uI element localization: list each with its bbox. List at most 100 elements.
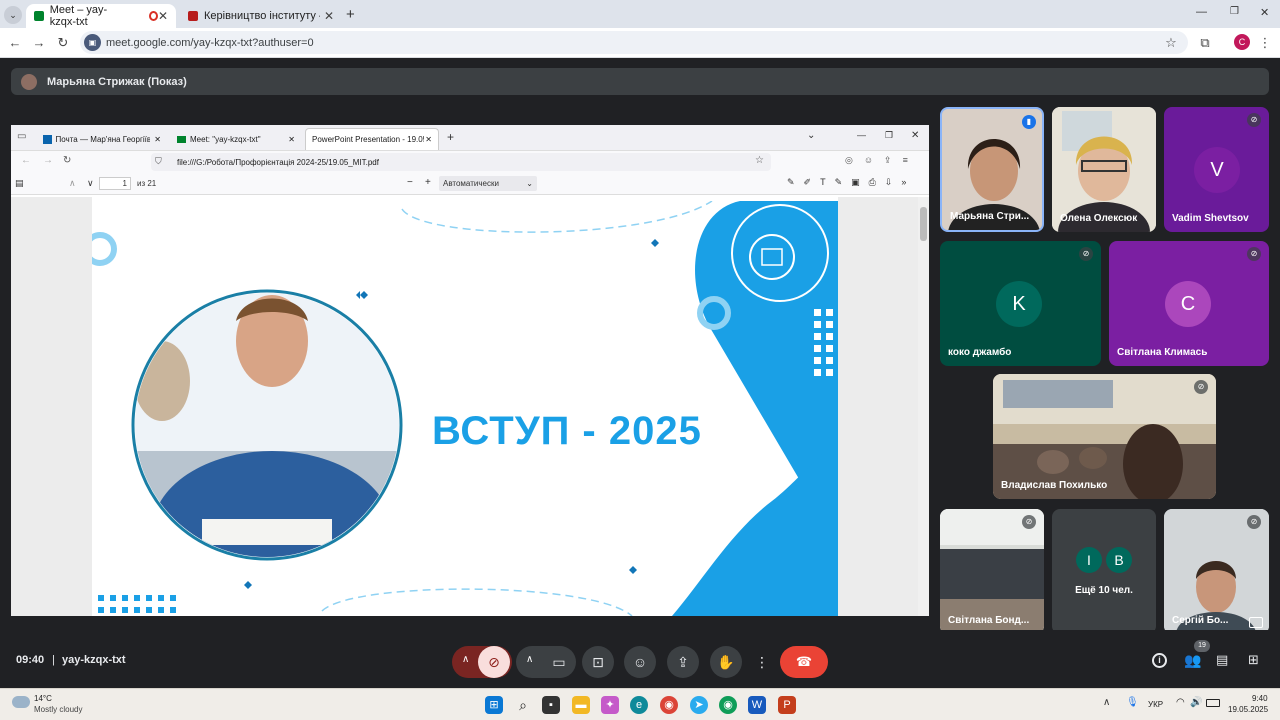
people-icon[interactable]: 👥 bbox=[1184, 652, 1201, 669]
camera-button[interactable]: ▭ bbox=[543, 646, 575, 678]
back-arrow-icon[interactable]: ← bbox=[6, 34, 24, 52]
participant-tile[interactable]: ⊘ C Світлана Климась bbox=[1109, 241, 1269, 366]
zoom-value: Автоматически bbox=[443, 179, 499, 188]
participant-tile[interactable]: ⊘ V Vadim Shevtsov bbox=[1164, 107, 1269, 232]
ff-toolbar-icons[interactable]: ◎☺⇪≡ bbox=[845, 155, 919, 166]
screen-share-indicator-icon bbox=[1249, 617, 1263, 628]
volume-icon[interactable]: 🔊 bbox=[1190, 697, 1202, 708]
ff-restore-icon[interactable]: ❐ bbox=[885, 130, 893, 141]
ff-reload-icon[interactable]: ↻ bbox=[63, 155, 71, 166]
search-icon[interactable]: ⌕ bbox=[514, 696, 532, 714]
clock-time[interactable]: 9:40 bbox=[1252, 694, 1268, 703]
present-screen-button[interactable]: ⇪ bbox=[667, 646, 699, 678]
blue-corner-shape bbox=[672, 441, 838, 616]
chrome-icon[interactable]: ◉ bbox=[660, 696, 678, 714]
prev-page-icon[interactable]: ∧ bbox=[69, 178, 76, 189]
participant-tile[interactable]: ▮ Марьяна Стри... bbox=[940, 107, 1044, 232]
close-tab-icon[interactable]: ✕ bbox=[158, 9, 168, 23]
raise-hand-button[interactable]: ✋ bbox=[710, 646, 742, 678]
restore-icon[interactable]: ❐ bbox=[1230, 6, 1239, 17]
slide-title: ВСТУП - 2025 bbox=[432, 409, 702, 453]
firefox-view-icon[interactable]: ▭ bbox=[17, 131, 26, 142]
menu-kebab-icon[interactable]: ⋮ bbox=[1256, 34, 1274, 52]
windows-start-icon[interactable]: ⊞ bbox=[485, 696, 503, 714]
close-tab-icon[interactable]: ✕ bbox=[288, 135, 295, 144]
weather-cloud-icon bbox=[12, 696, 30, 708]
zoom-select[interactable]: Автоматически ⌄ bbox=[439, 176, 537, 191]
page-number-input[interactable]: 1 bbox=[99, 177, 131, 190]
ff-minimize-icon[interactable]: — bbox=[857, 130, 866, 140]
zoom-in-icon[interactable]: + bbox=[425, 177, 431, 188]
address-bar[interactable]: ▣ meet.google.com/yay-kzqx-txt?authuser=… bbox=[80, 31, 1188, 54]
participant-tile[interactable]: ⊘ Світлана Бонд... bbox=[940, 509, 1044, 634]
extensions-icon[interactable]: ⧉ bbox=[1196, 34, 1214, 52]
participant-tile[interactable]: ⊘ Сергій Бо... bbox=[1164, 509, 1269, 634]
activities-icon[interactable]: ⊞ bbox=[1248, 652, 1259, 668]
minimize-icon[interactable]: — bbox=[1196, 6, 1207, 18]
tab-meet[interactable]: Meet – yay-kzqx-txt ✕ bbox=[26, 4, 176, 28]
forward-arrow-icon[interactable]: → bbox=[30, 34, 48, 52]
sidebar-toggle-icon[interactable]: ▤ bbox=[15, 178, 24, 189]
close-tab-icon[interactable]: ✕ bbox=[154, 135, 161, 144]
reload-icon[interactable]: ↻ bbox=[54, 34, 72, 52]
tab-kerivnytstvo[interactable]: Керівництво інституту – Навча ✕ bbox=[180, 4, 342, 28]
telegram-icon[interactable]: ➤ bbox=[690, 696, 708, 714]
zoom-out-icon[interactable]: − bbox=[407, 177, 413, 188]
mic-off-icon: ⊘ bbox=[1247, 247, 1261, 261]
tab-search-button[interactable]: ⌄ bbox=[4, 6, 22, 24]
battery-icon[interactable] bbox=[1206, 699, 1220, 707]
pdf-scrollbar[interactable] bbox=[918, 197, 929, 616]
participant-avatar: I bbox=[1076, 547, 1102, 573]
ff-tab-meet[interactable]: Meet: "yay-kzqx-txt" ✕ bbox=[171, 128, 301, 150]
edge-icon[interactable]: e bbox=[630, 696, 648, 714]
list-tabs-icon[interactable]: ⌄ bbox=[807, 130, 815, 141]
close-window-icon[interactable]: ✕ bbox=[1260, 6, 1269, 19]
bookmark-star-icon[interactable]: ☆ bbox=[1162, 34, 1180, 52]
weather-desc: Mostly cloudy bbox=[34, 705, 83, 714]
participant-tile[interactable]: ⊘ Владислав Похилько bbox=[993, 374, 1216, 499]
ff-forward-icon[interactable]: → bbox=[43, 155, 53, 166]
site-info-icon[interactable]: ▣ bbox=[84, 34, 101, 51]
participant-tile[interactable]: Олена Олексюк bbox=[1052, 107, 1156, 232]
mic-off-button[interactable]: ⊘ bbox=[478, 646, 510, 678]
profile-avatar[interactable]: C bbox=[1234, 34, 1250, 50]
new-tab-button[interactable]: + bbox=[346, 6, 355, 23]
microphone-icon[interactable]: 🎙 bbox=[1126, 697, 1139, 708]
task-view-icon[interactable]: ▪ bbox=[542, 696, 560, 714]
captions-button[interactable]: ⊡ bbox=[582, 646, 614, 678]
wifi-icon[interactable]: ◠ bbox=[1176, 697, 1185, 708]
ff-back-icon[interactable]: ← bbox=[21, 155, 31, 166]
tab-title: Керівництво інституту – Навча bbox=[204, 10, 320, 22]
chat-icon[interactable]: ▤ bbox=[1216, 652, 1228, 668]
ff-bookmark-icon[interactable]: ☆ bbox=[755, 155, 764, 166]
info-icon[interactable]: i bbox=[1152, 653, 1167, 668]
powerpoint-icon[interactable]: P bbox=[778, 696, 796, 714]
ff-tab-mail[interactable]: Почта — Мар'яна Георгіївна С ✕ bbox=[37, 128, 167, 150]
pdf-tool-icons[interactable]: ✎✐T✎▣⎙⇩» bbox=[787, 177, 915, 188]
dot-grid-bottom-left bbox=[98, 595, 176, 613]
close-tab-icon[interactable]: ✕ bbox=[425, 135, 432, 144]
hang-up-button[interactable]: ☎ bbox=[780, 646, 828, 678]
next-page-icon[interactable]: ∨ bbox=[87, 178, 94, 189]
close-tab-icon[interactable]: ✕ bbox=[324, 9, 334, 23]
file-explorer-icon[interactable]: ▬ bbox=[572, 696, 590, 714]
word-icon[interactable]: W bbox=[748, 696, 766, 714]
ff-tab-pdf[interactable]: PowerPoint Presentation - 19.05_MI ✕ bbox=[305, 128, 439, 150]
reactions-button[interactable]: ☺ bbox=[624, 646, 656, 678]
ff-tab-title: PowerPoint Presentation - 19.05_MI bbox=[312, 135, 424, 144]
copilot-icon[interactable]: ✦ bbox=[601, 696, 619, 714]
chevron-down-icon: ⌄ bbox=[526, 179, 533, 188]
ff-new-tab-button[interactable]: + bbox=[447, 130, 454, 144]
participant-tile[interactable]: ⊘ K коко джамбо bbox=[940, 241, 1101, 366]
presenter-name: Марьяна Стрижак (Показ) bbox=[47, 75, 187, 88]
clock-date[interactable]: 19.05.2025 bbox=[1228, 705, 1268, 714]
others-tile[interactable]: I B Ещё 10 чел. bbox=[1052, 509, 1156, 634]
participant-name: Марьяна Стри... bbox=[950, 211, 1030, 222]
language-indicator[interactable]: УКР bbox=[1148, 700, 1163, 709]
tray-overflow-icon[interactable]: ∧ bbox=[1103, 697, 1110, 708]
ff-address-bar[interactable]: ⛉ file:///G:/Робота/Профорієнтація 2024-… bbox=[151, 153, 771, 171]
firefox-nav-bar: ← → ↻ ⛉ file:///G:/Робота/Профорієнтація… bbox=[11, 151, 929, 173]
chrome-profile-icon[interactable]: ◉ bbox=[719, 696, 737, 714]
ff-close-icon[interactable]: ✕ bbox=[911, 130, 919, 141]
more-options-button[interactable]: ⋮ bbox=[752, 646, 772, 678]
